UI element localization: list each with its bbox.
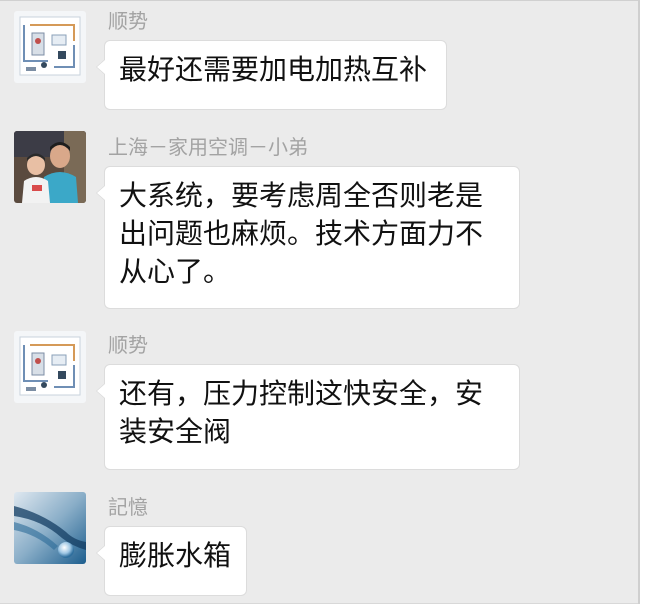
message-bubble[interactable]: 膨胀水箱	[96, 526, 247, 596]
message-bubble[interactable]: 大系统，要考虑周全否则老是 出问题也麻烦。技术方面力不 从心了。	[96, 166, 520, 309]
water-drop-photo-icon	[14, 492, 86, 564]
message-bubble[interactable]: 最好还需要加电加热互补	[96, 40, 447, 110]
sender-name: 顺势	[108, 333, 148, 357]
message-text: 从心了。	[119, 255, 232, 288]
message-text: 出问题也麻烦。技术方面力不	[119, 217, 484, 250]
heating-system-diagram-icon	[14, 11, 86, 83]
sender-name: 記憶	[108, 495, 148, 519]
message-text: 大系统，要考虑周全否则老是	[119, 179, 484, 212]
sender-avatar[interactable]	[14, 492, 86, 564]
sender-name: 顺势	[108, 9, 148, 33]
message-bubble[interactable]: 还有，压力控制这快安全，安 装安全阀	[96, 364, 520, 470]
message-text: 装安全阀	[119, 415, 232, 448]
sender-avatar[interactable]	[14, 331, 86, 403]
sender-avatar[interactable]	[14, 11, 86, 83]
heating-system-diagram-icon	[14, 331, 86, 403]
top-divider	[0, 0, 638, 1]
message-text: 膨胀水箱	[119, 539, 232, 572]
message-text: 还有，压力控制这快安全，安	[119, 377, 484, 410]
window-edge	[638, 0, 640, 604]
sender-name: 上海－家用空调－小弟	[108, 135, 308, 159]
message-text: 最好还需要加电加热互补	[119, 53, 428, 86]
father-and-child-photo-icon	[14, 131, 86, 203]
chat-window: 顺势 最好还需要加电加热互补 上海－家用空调－小弟 大系统，要考虑周全否则老是 …	[0, 0, 638, 604]
sender-avatar[interactable]	[14, 131, 86, 203]
